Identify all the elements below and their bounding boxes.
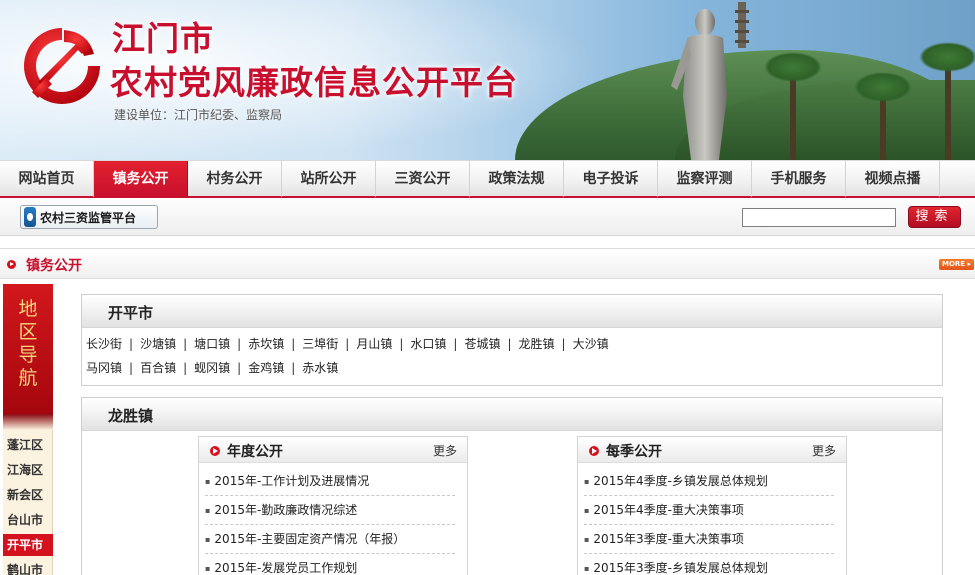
search-input[interactable] [742,208,896,227]
nav-item-town-affairs[interactable]: 镇务公开 [94,161,188,197]
region-item-jianghai[interactable]: 江海区 [3,459,53,481]
quarterly-more-link[interactable]: 更多 [812,442,836,459]
nav-item-three-assets[interactable]: 三资公开 [376,161,470,197]
toolbar: 农村三资监管平台 搜索 [0,200,975,236]
region-item-taishan[interactable]: 台山市 [3,509,53,531]
town-link[interactable]: 赤坎镇 [248,337,284,351]
town-link[interactable]: 长沙街 [86,337,122,351]
city-box-title: 开平市 [108,304,154,322]
site-title: 农村党风廉政信息公开平台 [110,63,518,102]
annual-panel: 年度公开 更多 2015年-工作计划及进展情况 2015年-勤政廉政情况综述 2… [198,436,468,575]
nav-item-home[interactable]: 网站首页 [0,161,94,197]
more-label: MORE [942,260,966,268]
town-link[interactable]: 水口镇 [410,337,446,351]
town-link[interactable]: 龙胜镇 [519,337,555,351]
search-button[interactable]: 搜索 [908,206,961,228]
region-nav-fold [3,414,53,430]
arrow-bullet-icon [210,446,220,456]
more-button[interactable]: MORE ▸ [939,259,974,270]
main-nav: 网站首页 镇务公开 村务公开 站所公开 三资公开 政策法规 电子投诉 监察评测 … [0,160,975,198]
list-item[interactable]: 2015年-主要固定资产情况（年报） [205,525,455,554]
palm-tree-image [919,42,975,160]
region-nav-header: 地区导航 [3,284,53,430]
header-banner: 江门市 农村党风廉政信息公开平台 建设单位：江门市纪委、监察局 [0,0,975,160]
town-link[interactable]: 马冈镇 [86,361,122,375]
city-box: 开平市 长沙街 | 沙塘镇 | 塘口镇 | 赤坎镇 | 三埠街 | 月山镇 | 水口镇 | 苍城镇 | 龙胜镇 |… [81,294,943,386]
section-header: 镇务公开 MORE ▸ [0,248,975,279]
quarterly-list: 2015年4季度-乡镇发展总体规划 2015年4季度-重大决策事项 2015年3… [578,463,846,575]
pagoda-image [735,2,749,48]
annual-panel-title: 年度公开 [227,444,283,460]
section-title: 镇务公开 [26,258,82,274]
town-link[interactable]: 月山镇 [356,337,392,351]
town-links: 长沙街 | 沙塘镇 | 塘口镇 | 赤坎镇 | 三埠街 | 月山镇 | 水口镇 | 苍城镇 | 龙胜镇 | 大沙镇 … [82,328,942,380]
town-row: 马冈镇 | 百合镇 | 蚬冈镇 | 金鸡镇 | 赤水镇 [86,361,339,375]
nav-item-village-affairs[interactable]: 村务公开 [188,161,282,197]
annual-panel-header: 年度公开 更多 [199,437,467,463]
quarterly-panel-title: 每季公开 [606,444,662,460]
palm-tree-image [764,52,822,160]
town-link[interactable]: 金鸡镇 [248,361,284,375]
region-nav-title: 地区导航 [18,298,38,389]
three-assets-platform-label: 农村三资监管平台 [40,210,137,225]
page: 江门市 农村党风廉政信息公开平台 建设单位：江门市纪委、监察局 网站首页 镇务公… [0,0,975,575]
quarterly-panel-header: 每季公开 更多 [578,437,846,463]
town-link[interactable]: 大沙镇 [573,337,609,351]
town-link[interactable]: 苍城镇 [464,337,500,351]
town-link[interactable]: 三埠街 [302,337,338,351]
nav-item-complaints[interactable]: 电子投诉 [564,161,658,197]
town-link[interactable]: 塘口镇 [194,337,230,351]
town-box-title: 龙胜镇 [108,407,154,425]
region-item-pengjiang[interactable]: 蓬江区 [3,434,53,456]
list-item[interactable]: 2015年4季度-乡镇发展总体规划 [584,467,834,496]
town-link[interactable]: 蚬冈镇 [194,361,230,375]
town-row: 长沙街 | 沙塘镇 | 塘口镇 | 赤坎镇 | 三埠街 | 月山镇 | 水口镇 | 苍城镇 | 龙胜镇 | 大沙镇 [86,337,609,351]
platform-icon [24,207,36,227]
town-box-header: 龙胜镇 [82,398,942,431]
arrow-bullet-icon [7,260,16,269]
city-box-header: 开平市 [82,295,942,328]
region-item-xinhui[interactable]: 新会区 [3,484,53,506]
palm-tree-image [854,72,912,160]
quarterly-panel: 每季公开 更多 2015年4季度-乡镇发展总体规划 2015年4季度-重大决策事… [577,436,847,575]
nav-item-video[interactable]: 视频点播 [846,161,940,197]
list-item[interactable]: 2015年3季度-重大决策事项 [584,525,834,554]
site-title-city: 江门市 [112,19,214,58]
nav-item-policies[interactable]: 政策法规 [470,161,564,197]
list-item[interactable]: 2015年4季度-重大决策事项 [584,496,834,525]
annual-list: 2015年-工作计划及进展情况 2015年-勤政廉政情况综述 2015年-主要固… [199,463,467,575]
nav-item-stations[interactable]: 站所公开 [282,161,376,197]
list-item[interactable]: 2015年-勤政廉政情况综述 [205,496,455,525]
region-item-kaiping[interactable]: 开平市 [3,534,53,556]
three-assets-platform-button[interactable]: 农村三资监管平台 [20,205,158,229]
list-item[interactable]: 2015年3季度-乡镇发展总体规划 [584,554,834,575]
party-emblem-icon [24,28,100,104]
list-item[interactable]: 2015年-工作计划及进展情况 [205,467,455,496]
nav-item-mobile[interactable]: 手机服务 [752,161,846,197]
town-link[interactable]: 赤水镇 [302,361,338,375]
statue-image [671,9,727,160]
list-item[interactable]: 2015年-发展党员工作规划 [205,554,455,575]
annual-more-link[interactable]: 更多 [433,442,457,459]
builder-text: 建设单位：江门市纪委、监察局 [114,108,283,122]
town-link[interactable]: 百合镇 [140,361,176,375]
region-item-heshan[interactable]: 鹤山市 [3,559,53,575]
town-link[interactable]: 沙塘镇 [140,337,176,351]
nav-item-supervision[interactable]: 监察评测 [658,161,752,197]
arrow-bullet-icon [589,446,599,456]
region-nav: 地区导航 蓬江区 江海区 新会区 台山市 开平市 鹤山市 [3,284,53,575]
